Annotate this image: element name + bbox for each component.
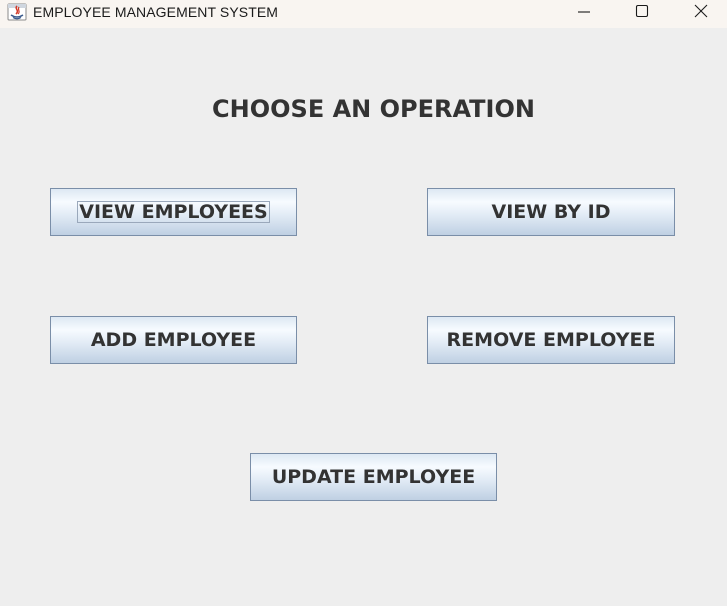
view-employees-label: VIEW EMPLOYEES xyxy=(77,201,270,223)
view-by-id-label: VIEW BY ID xyxy=(491,201,611,223)
app-window: EMPLOYEE MANAGEMENT SYSTEM CHOOSE AN OPE… xyxy=(0,0,727,606)
remove-employee-label: REMOVE EMPLOYEE xyxy=(446,329,656,351)
update-employee-label: UPDATE EMPLOYEE xyxy=(271,466,476,488)
main-panel: CHOOSE AN OPERATION VIEW EMPLOYEES VIEW … xyxy=(0,28,727,606)
minimize-icon xyxy=(578,11,590,13)
java-app-icon xyxy=(7,3,27,21)
maximize-button[interactable] xyxy=(619,0,665,22)
minimize-button[interactable] xyxy=(561,0,607,22)
view-employees-button[interactable]: VIEW EMPLOYEES xyxy=(50,188,297,236)
title-bar[interactable]: EMPLOYEE MANAGEMENT SYSTEM xyxy=(0,0,727,28)
page-heading: CHOOSE AN OPERATION xyxy=(212,95,535,123)
window-title: EMPLOYEE MANAGEMENT SYSTEM xyxy=(33,4,279,20)
close-button[interactable] xyxy=(678,0,724,22)
add-employee-button[interactable]: ADD EMPLOYEE xyxy=(50,316,297,364)
maximize-icon xyxy=(635,4,649,18)
remove-employee-button[interactable]: REMOVE EMPLOYEE xyxy=(427,316,675,364)
close-icon xyxy=(694,4,708,18)
update-employee-button[interactable]: UPDATE EMPLOYEE xyxy=(250,453,497,501)
view-by-id-button[interactable]: VIEW BY ID xyxy=(427,188,675,236)
add-employee-label: ADD EMPLOYEE xyxy=(90,329,257,351)
